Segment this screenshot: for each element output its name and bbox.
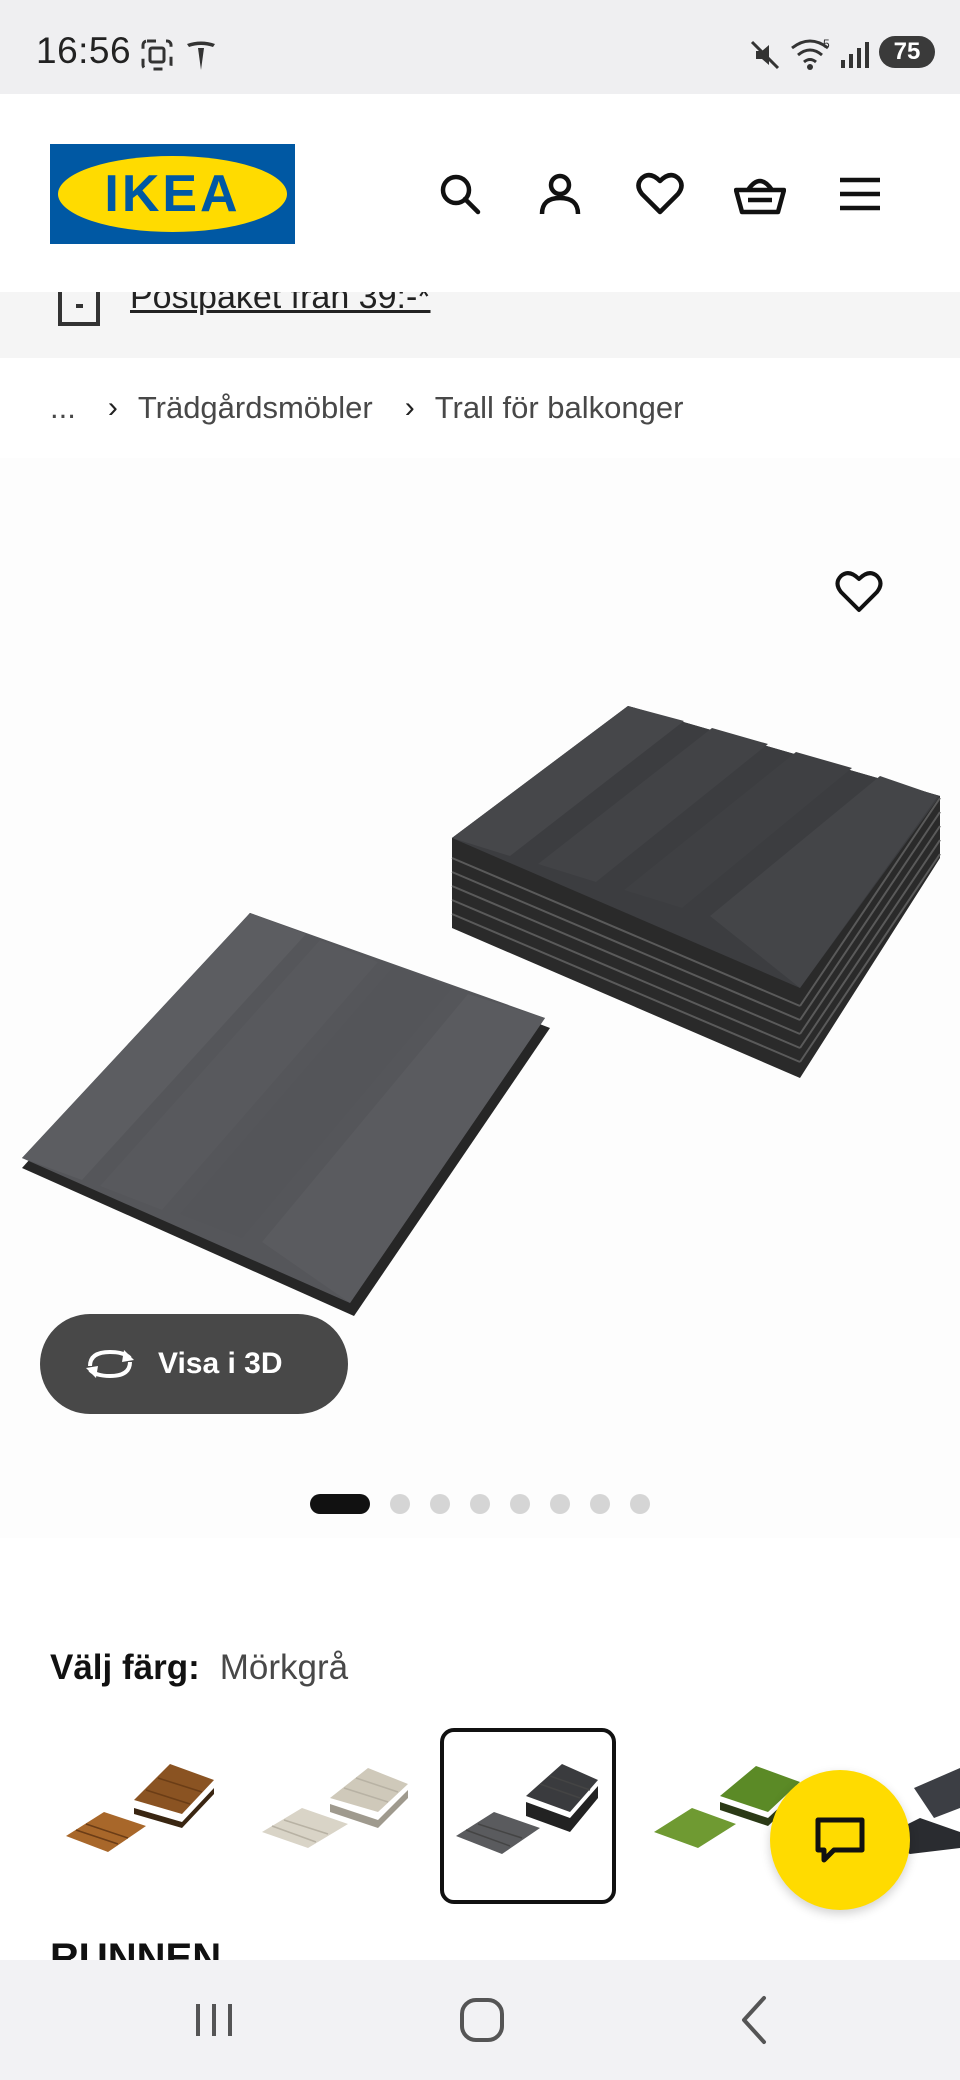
package-icon [58, 292, 100, 326]
rotate-3d-icon [86, 1349, 134, 1379]
product-title: RUNNEN [50, 1942, 221, 1960]
carousel-dot[interactable] [510, 1494, 530, 1514]
battery-icon: 75 [879, 36, 935, 68]
back-icon[interactable] [730, 1990, 780, 2050]
tesla-icon [187, 41, 215, 70]
breadcrumb-item[interactable]: Trädgårdsmöbler [138, 390, 373, 426]
swatch-light-grey[interactable] [252, 1728, 428, 1904]
carousel-dot[interactable] [390, 1494, 410, 1514]
breadcrumb-ellipsis[interactable]: ... [50, 390, 76, 426]
view-3d-label: Visa i 3D [158, 1347, 283, 1380]
screenshot-icon [141, 39, 173, 71]
signal-icon [841, 42, 869, 68]
breadcrumb-item[interactable]: Trall för balkonger [435, 390, 684, 426]
cart-icon[interactable] [732, 166, 788, 222]
carousel-dot[interactable] [630, 1494, 650, 1514]
wifi-icon: 5 [791, 37, 830, 70]
menu-icon[interactable] [832, 166, 888, 222]
promo-text[interactable]: Postpaket från 39:-* [130, 292, 431, 317]
add-to-favorites-button[interactable] [835, 570, 883, 619]
single-tile [22, 913, 550, 1316]
carousel-dot[interactable] [470, 1494, 490, 1514]
product-title-text: RUNNEN [50, 1942, 221, 1960]
favorites-icon[interactable] [632, 166, 688, 222]
color-label: Välj färg: [50, 1648, 200, 1687]
status-bar: 16:56 5 75 [0, 0, 960, 94]
chevron-right-icon: › [107, 391, 118, 424]
search-icon[interactable] [432, 166, 488, 222]
status-time: 16:56 [36, 30, 132, 71]
site-header: IKEA [0, 94, 960, 292]
chat-icon [815, 1817, 865, 1863]
swatch-brown-wood[interactable] [56, 1728, 232, 1904]
breadcrumb: ... › Trädgårdsmöbler › Trall för balkon… [50, 390, 683, 426]
carousel-dot-active[interactable] [310, 1494, 370, 1514]
carousel-dot[interactable] [590, 1494, 610, 1514]
view-3d-button[interactable]: Visa i 3D [40, 1314, 348, 1414]
carousel-dot[interactable] [550, 1494, 570, 1514]
system-nav-bar [0, 1960, 960, 2080]
product-gallery[interactable]: Visa i 3D [0, 458, 960, 1538]
swatch-dark-grey[interactable] [440, 1728, 616, 1904]
logo-text: IKEA [104, 165, 241, 223]
color-selected-value: Mörkgrå [219, 1648, 349, 1687]
svg-text:5: 5 [823, 37, 830, 51]
color-selector-label: Välj färg: Mörkgrå [50, 1648, 348, 1688]
account-icon[interactable] [532, 166, 588, 222]
chevron-right-icon: › [404, 391, 415, 424]
ikea-logo[interactable]: IKEA [50, 144, 295, 244]
carousel-dot[interactable] [430, 1494, 450, 1514]
chat-button[interactable] [770, 1770, 910, 1910]
recent-apps-icon[interactable] [190, 1990, 240, 2050]
home-icon[interactable] [452, 1990, 512, 2050]
heart-icon [835, 571, 883, 612]
promo-banner[interactable]: Postpaket från 39:-* [0, 292, 960, 358]
carousel-pagination[interactable] [310, 1494, 670, 1514]
product-image [22, 706, 941, 1316]
mute-icon [750, 40, 780, 70]
